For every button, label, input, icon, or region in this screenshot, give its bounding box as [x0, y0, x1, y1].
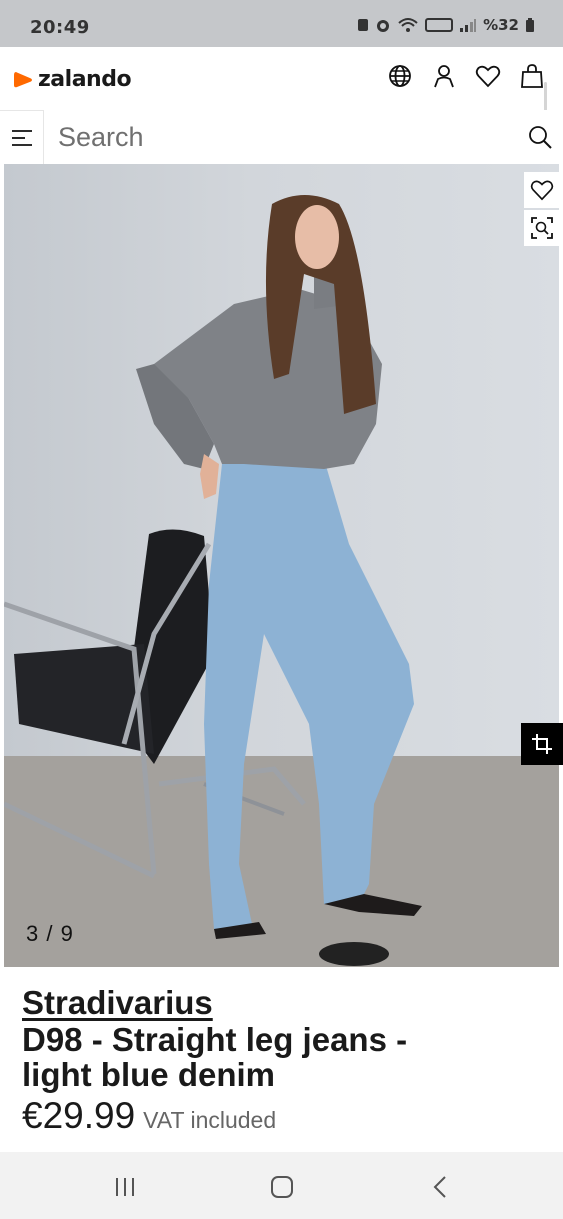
- bag-icon[interactable]: [519, 63, 545, 89]
- heart-icon[interactable]: [475, 63, 501, 89]
- zoom-button[interactable]: [524, 210, 560, 246]
- battery-icon: [526, 18, 534, 32]
- status-bar: 20:49 %32: [0, 0, 563, 47]
- search-icon[interactable]: [527, 124, 553, 150]
- status-time: 20:49: [30, 17, 90, 38]
- search-input[interactable]: Search: [58, 110, 144, 164]
- search-bar: Search: [0, 110, 563, 164]
- product-photo: [4, 195, 422, 966]
- product-image-gallery[interactable]: 3 / 9: [4, 164, 559, 967]
- menu-button[interactable]: [0, 110, 44, 164]
- wifi-icon: [398, 18, 418, 32]
- notification-icon: [358, 19, 369, 31]
- zoom-icon: [531, 217, 553, 239]
- crop-icon: [532, 734, 552, 754]
- recents-button[interactable]: [105, 1172, 145, 1202]
- product-price: €29.99: [22, 1095, 136, 1136]
- volte-icon: [425, 18, 454, 32]
- signal-icon: [460, 19, 477, 32]
- vat-note: VAT included: [143, 1107, 277, 1133]
- user-icon[interactable]: [431, 63, 457, 89]
- globe-icon[interactable]: [387, 63, 413, 89]
- product-brand-link[interactable]: Stradivarius: [22, 985, 542, 1021]
- menu-icon: [11, 129, 32, 146]
- home-icon: [271, 1176, 293, 1198]
- status-icons: %32: [357, 16, 535, 34]
- back-icon: [433, 1176, 446, 1198]
- back-button[interactable]: [420, 1172, 460, 1202]
- alarm-icon: [377, 20, 390, 32]
- product-title-line1: D98 - Straight leg jeans -: [22, 1021, 408, 1058]
- zalando-logo-icon: [14, 71, 32, 87]
- recents-icon: [116, 1178, 134, 1196]
- image-counter: 3 / 9: [26, 921, 74, 946]
- home-button[interactable]: [262, 1172, 302, 1202]
- product-info: Stradivarius D98 - Straight leg jeans - …: [22, 985, 542, 1137]
- zalando-logo[interactable]: zalando: [12, 67, 132, 92]
- logo-text: zalando: [38, 67, 132, 92]
- system-nav-bar: [0, 1152, 563, 1219]
- crop-button[interactable]: [521, 723, 563, 765]
- product-title-line2: light blue denim: [22, 1056, 275, 1093]
- wishlist-icon: [530, 180, 554, 201]
- add-to-wishlist-button[interactable]: [524, 172, 560, 208]
- battery-percent: %32: [483, 16, 519, 34]
- app-header: zalando: [0, 47, 563, 111]
